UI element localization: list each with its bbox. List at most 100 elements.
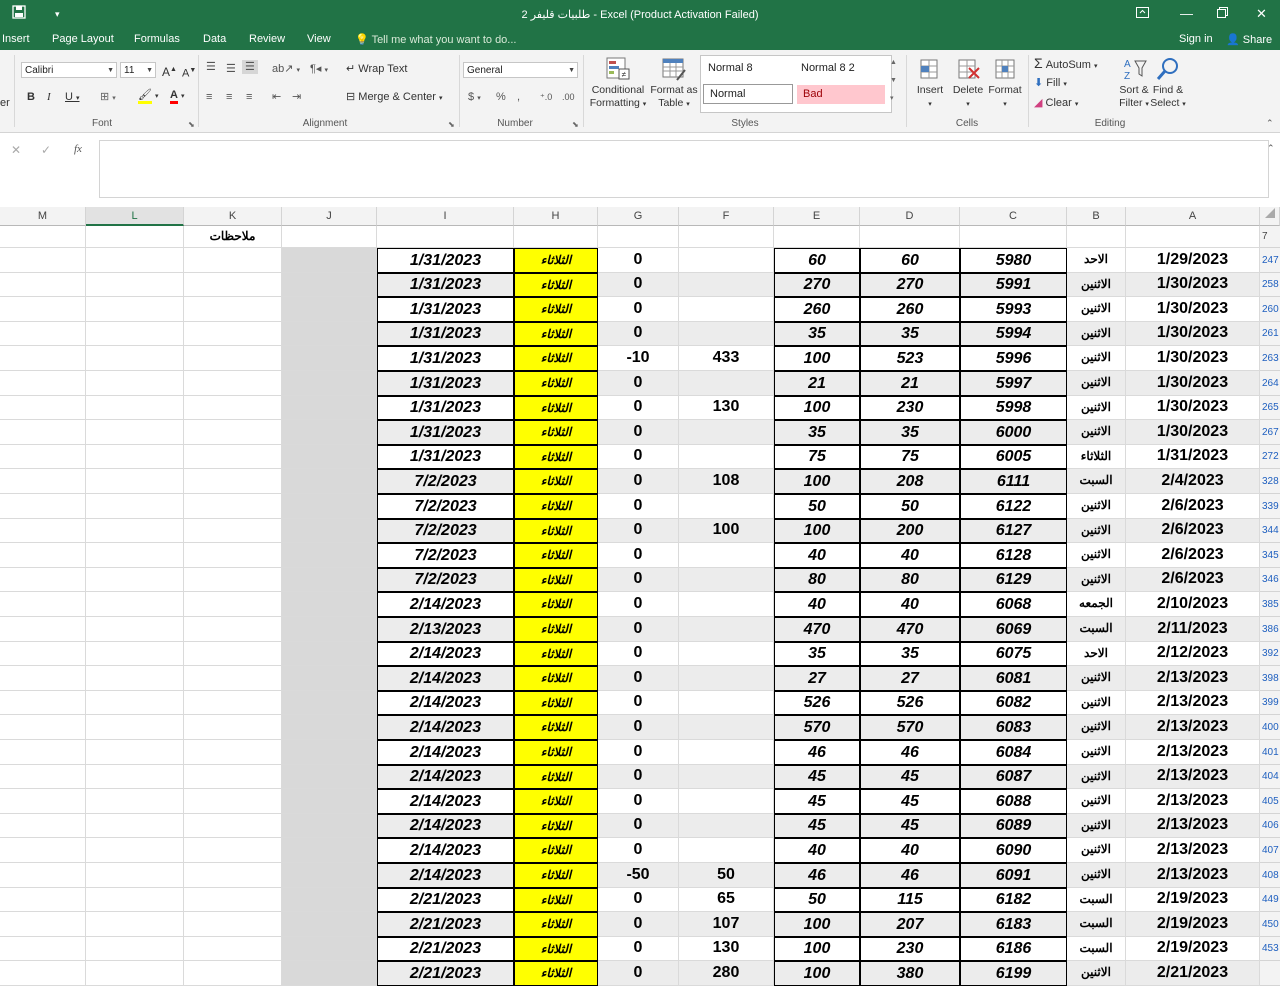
cell-f-value[interactable]: 100	[679, 519, 774, 543]
select-all-corner[interactable]	[1260, 207, 1280, 226]
cell-order-day[interactable]: الاثنين	[1067, 863, 1126, 888]
cell-delivery-date[interactable]: 2/21/2023	[377, 888, 514, 912]
column-header-h[interactable]: H	[514, 207, 598, 226]
cell-delivery-day[interactable]: الثلاثاء	[514, 838, 598, 863]
row-header[interactable]: 263	[1260, 346, 1280, 371]
cell-order-number[interactable]: 6182	[960, 888, 1067, 912]
cell-f-value[interactable]	[679, 543, 774, 568]
cell-empty[interactable]	[282, 937, 377, 961]
column-header-f[interactable]: F	[679, 207, 774, 226]
cell-empty[interactable]	[0, 888, 86, 912]
cell-e-value[interactable]: 50	[774, 494, 860, 519]
cell-empty[interactable]	[0, 469, 86, 494]
cell-empty[interactable]	[0, 543, 86, 568]
tell-me-box[interactable]: 💡 Tell me what you want to do...	[355, 33, 516, 46]
cell-f-value[interactable]: 130	[679, 396, 774, 420]
cell-e-value[interactable]: 40	[774, 838, 860, 863]
cell-empty[interactable]	[86, 715, 184, 740]
row-header[interactable]: 406	[1260, 814, 1280, 838]
row-header[interactable]	[1260, 961, 1280, 986]
row-header[interactable]: 400	[1260, 715, 1280, 740]
number-format-combo[interactable]: General ▼	[463, 62, 578, 78]
cell-empty[interactable]	[0, 396, 86, 420]
row-header[interactable]: 339	[1260, 494, 1280, 519]
row-header[interactable]: 344	[1260, 519, 1280, 543]
cell-order-day[interactable]: الاحد	[1067, 642, 1126, 666]
cell-g-value[interactable]: 0	[598, 961, 679, 986]
cell-order-day[interactable]: السبت	[1067, 937, 1126, 961]
cell-empty[interactable]	[184, 371, 282, 396]
cell-delivery-date[interactable]: 2/14/2023	[377, 765, 514, 789]
cell-empty[interactable]	[0, 297, 86, 322]
cell-empty[interactable]	[184, 789, 282, 814]
cell-g-value[interactable]: 0	[598, 469, 679, 494]
cell-d-value[interactable]: 75	[860, 445, 960, 469]
cell-f-value[interactable]	[679, 691, 774, 715]
cell-order-number[interactable]: 6087	[960, 765, 1067, 789]
cell-order-number[interactable]: 6186	[960, 937, 1067, 961]
increase-indent-icon[interactable]: ⇥	[292, 90, 301, 104]
cell-empty[interactable]	[184, 740, 282, 765]
cell-order-day[interactable]: الاثنين	[1067, 961, 1126, 986]
cell-order-date[interactable]: 2/11/2023	[1126, 617, 1260, 642]
cell-e-value[interactable]: 60	[774, 248, 860, 273]
cell-delivery-date[interactable]: 1/31/2023	[377, 371, 514, 396]
cell-delivery-date[interactable]: 7/2/2023	[377, 543, 514, 568]
cell-delivery-day[interactable]: الثلاثاء	[514, 715, 598, 740]
column-header-j[interactable]: J	[282, 207, 377, 226]
cell-e-value[interactable]: 260	[774, 297, 860, 322]
borders-icon[interactable]: ⊞ ▾	[100, 90, 116, 106]
cell-delivery-day[interactable]: الثلاثاء	[514, 297, 598, 322]
cell-empty[interactable]	[184, 691, 282, 715]
cell-empty[interactable]	[0, 346, 86, 371]
row-header[interactable]: 449	[1260, 888, 1280, 912]
cell-d-value[interactable]: 35	[860, 420, 960, 445]
row-header[interactable]: 345	[1260, 543, 1280, 568]
row-header[interactable]: 399	[1260, 691, 1280, 715]
cell-empty[interactable]	[282, 420, 377, 445]
cell-f-value[interactable]	[679, 494, 774, 519]
cell-d-value[interactable]: 208	[860, 469, 960, 494]
align-top-icon[interactable]: ☰	[206, 60, 216, 74]
cell-e-value[interactable]: 526	[774, 691, 860, 715]
cell-f-value[interactable]	[679, 273, 774, 297]
orientation-icon[interactable]: ab↗ ▾	[272, 62, 300, 78]
cell-order-day[interactable]: الجمعه	[1067, 592, 1126, 617]
cell-empty[interactable]	[282, 322, 377, 346]
cell-delivery-date[interactable]: 1/31/2023	[377, 420, 514, 445]
cell-e-value[interactable]: 35	[774, 420, 860, 445]
tab-review[interactable]: Review	[249, 33, 285, 45]
number-dialog-launcher-icon[interactable]: ⬊	[572, 120, 579, 129]
cell-empty[interactable]	[282, 863, 377, 888]
cell-g-value[interactable]: 0	[598, 912, 679, 937]
cell-d-value[interactable]: 50	[860, 494, 960, 519]
cell-empty[interactable]	[282, 666, 377, 691]
cell-order-date[interactable]: 1/30/2023	[1126, 396, 1260, 420]
fill-button[interactable]: ⬇ Fill ▾	[1034, 76, 1067, 92]
row-header[interactable]: 392	[1260, 642, 1280, 666]
cell-g-value[interactable]: 0	[598, 838, 679, 863]
cell-empty[interactable]	[184, 937, 282, 961]
cell-d-value[interactable]: 380	[860, 961, 960, 986]
cell-delivery-date[interactable]: 2/14/2023	[377, 642, 514, 666]
minimize-icon[interactable]: —	[1180, 5, 1193, 23]
cell-delivery-date[interactable]: 2/14/2023	[377, 691, 514, 715]
cell-g-value[interactable]: 0	[598, 617, 679, 642]
cell-empty[interactable]	[0, 912, 86, 937]
cell-delivery-date[interactable]: 1/31/2023	[377, 346, 514, 371]
cell-delivery-date[interactable]: 1/31/2023	[377, 273, 514, 297]
cell-empty[interactable]	[86, 469, 184, 494]
cell-empty[interactable]	[0, 273, 86, 297]
cell-e-value[interactable]: 21	[774, 371, 860, 396]
cell-e-value[interactable]: 470	[774, 617, 860, 642]
cell-delivery-date[interactable]: 2/14/2023	[377, 715, 514, 740]
cell-f-value[interactable]: 433	[679, 346, 774, 371]
enter-check-icon[interactable]: ✓	[41, 143, 51, 157]
rtl-direction-icon[interactable]: ¶◂ ▾	[310, 62, 328, 78]
cell-empty[interactable]	[86, 617, 184, 642]
cell-delivery-date[interactable]: 2/21/2023	[377, 961, 514, 986]
cell-empty[interactable]	[184, 322, 282, 346]
cell-order-day[interactable]: الاثنين	[1067, 765, 1126, 789]
percent-icon[interactable]: %	[496, 90, 506, 104]
cell-d-value[interactable]: 35	[860, 322, 960, 346]
